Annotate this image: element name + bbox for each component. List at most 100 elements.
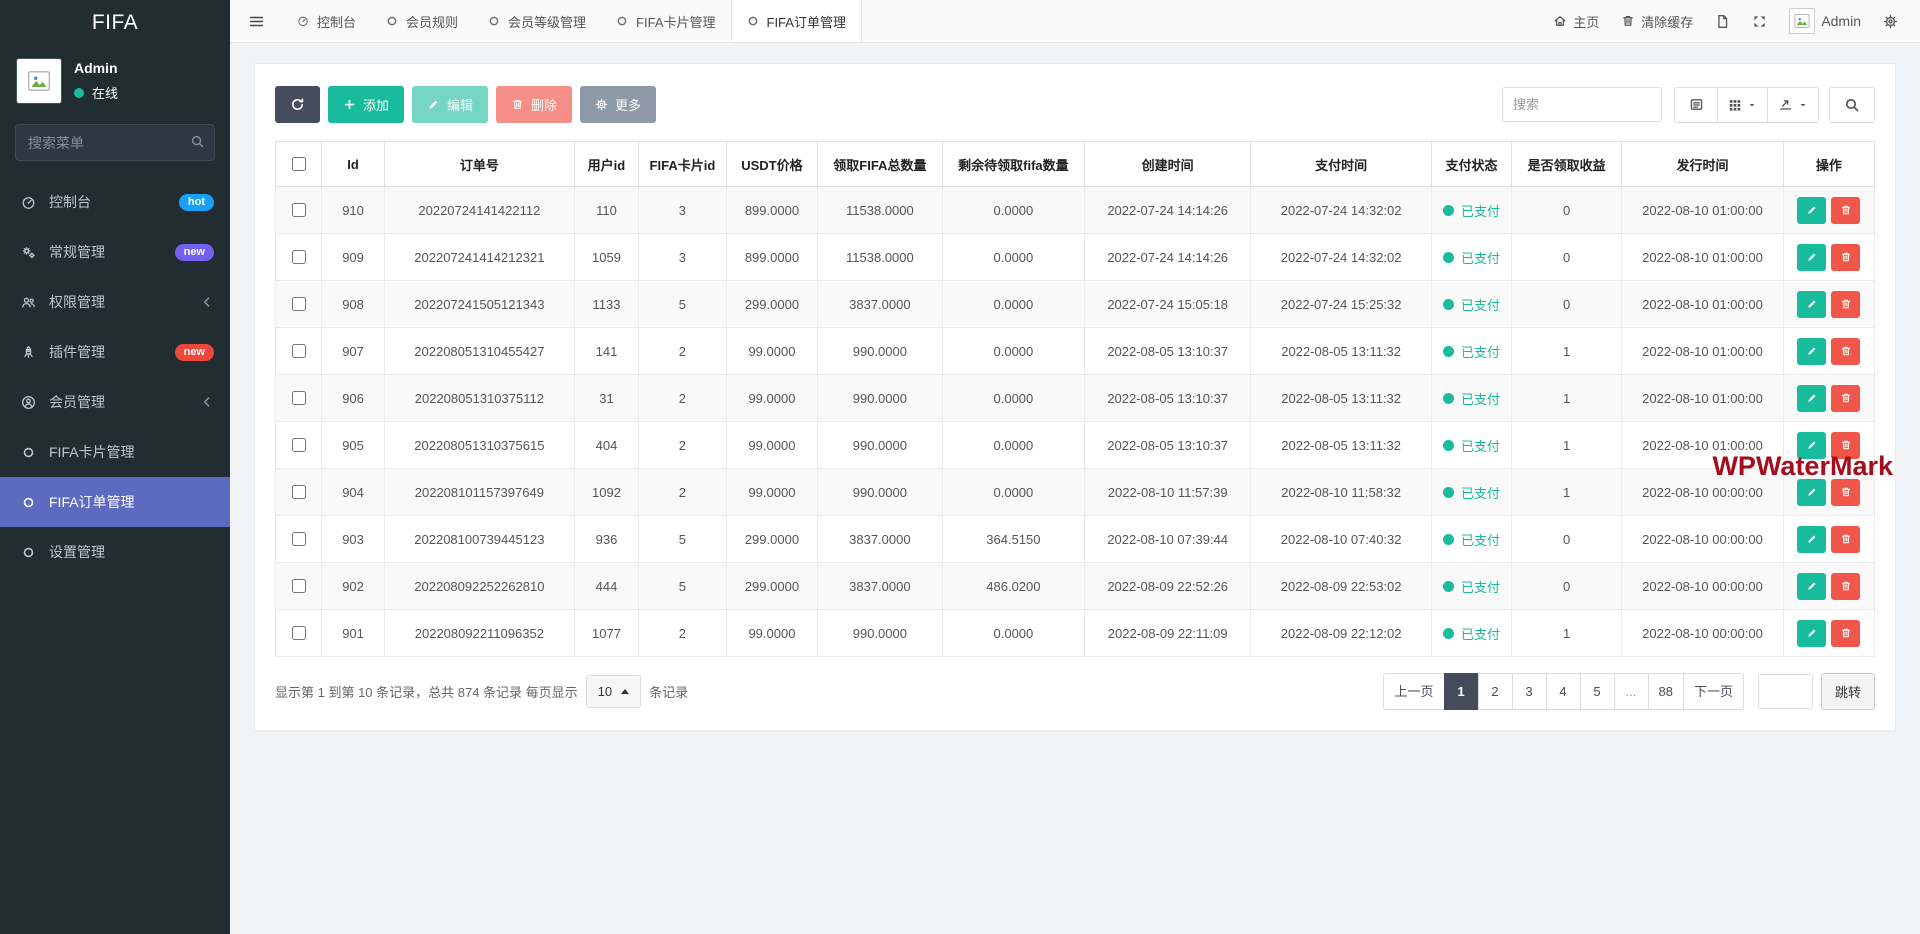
tab-member-level[interactable]: 会员等级管理: [473, 0, 601, 42]
home-icon: [1553, 14, 1567, 28]
column-header[interactable]: 领取FIFA总数量: [817, 141, 943, 187]
page-item[interactable]: 下一页: [1682, 673, 1744, 710]
row-delete-button[interactable]: [1831, 525, 1861, 553]
row-checkbox[interactable]: [292, 438, 307, 452]
tab-member-rule[interactable]: 会员规则: [371, 0, 473, 42]
row-checkbox[interactable]: [292, 344, 307, 358]
row-checkbox[interactable]: [292, 203, 307, 217]
column-header[interactable]: 发行时间: [1621, 141, 1784, 187]
cell-issued: 2022-08-10 01:00:00: [1621, 327, 1784, 375]
cell-paid: 2022-08-05 13:11:32: [1250, 327, 1432, 375]
column-header[interactable]: 剩余待领取fifa数量: [941, 141, 1086, 187]
page-item[interactable]: 2: [1477, 673, 1513, 710]
row-checkbox[interactable]: [292, 626, 307, 640]
pencil-icon: [1806, 486, 1818, 498]
user-menu[interactable]: Admin: [1789, 8, 1861, 34]
sidebar-search-input[interactable]: [15, 124, 215, 161]
sidebar-item-settings[interactable]: 设置管理: [0, 527, 230, 577]
row-checkbox[interactable]: [292, 579, 307, 593]
tab-dashboard[interactable]: 控制台: [282, 0, 371, 42]
row-edit-button[interactable]: [1797, 243, 1827, 271]
columns-button[interactable]: [1717, 86, 1768, 123]
select-all-checkbox[interactable]: [292, 157, 307, 171]
row-checkbox[interactable]: [292, 250, 307, 264]
search-submit-button[interactable]: [1829, 86, 1875, 123]
column-header[interactable]: 支付时间: [1250, 141, 1432, 187]
sidebar-item-fifa-order[interactable]: FIFA订单管理: [0, 477, 230, 527]
cell-id: 909: [321, 233, 385, 281]
hamburger-menu-button[interactable]: [230, 0, 282, 42]
page-jump-button[interactable]: 跳转: [1820, 673, 1875, 710]
page-item[interactable]: 4: [1545, 673, 1581, 710]
row-delete-button[interactable]: [1831, 572, 1861, 600]
cell-user_id: 1092: [573, 468, 639, 516]
column-header[interactable]: 创建时间: [1084, 141, 1252, 187]
row-edit-button[interactable]: [1797, 337, 1827, 365]
settings-menu-button[interactable]: [1883, 14, 1898, 29]
tab-fifa-order[interactable]: FIFA订单管理: [730, 0, 862, 42]
watermark: WPWaterMark: [1712, 451, 1893, 481]
chevron-left-icon: [200, 295, 214, 309]
sidebar-item-member[interactable]: 会员管理: [0, 377, 230, 427]
tab-fifa-card[interactable]: FIFA卡片管理: [601, 0, 730, 42]
row-delete-button[interactable]: [1831, 337, 1861, 365]
column-header[interactable]: 订单号: [383, 141, 575, 187]
topbar-username: Admin: [1821, 13, 1861, 29]
cell-remaining: 0.0000: [941, 327, 1086, 375]
column-header[interactable]: FIFA卡片id: [637, 141, 727, 187]
sidebar-item-general[interactable]: 常规管理 new: [0, 227, 230, 277]
tab-label: 会员规则: [406, 14, 459, 30]
cell-received: 1: [1510, 468, 1623, 516]
export-button[interactable]: [1767, 86, 1819, 123]
page-size-select[interactable]: 10: [585, 675, 642, 708]
row-edit-button[interactable]: [1797, 384, 1827, 412]
column-header[interactable]: 是否领取收益: [1510, 141, 1623, 187]
fullscreen-button[interactable]: [1752, 14, 1767, 29]
sidebar-item-dashboard[interactable]: 控制台 hot: [0, 177, 230, 227]
column-header[interactable]: 用户id: [573, 141, 639, 187]
row-checkbox[interactable]: [292, 391, 307, 405]
page-item[interactable]: 1: [1443, 673, 1479, 710]
column-header[interactable]: USDT价格: [725, 141, 819, 187]
row-edit-button[interactable]: [1797, 478, 1827, 506]
row-edit-button[interactable]: [1797, 619, 1827, 647]
sidebar-item-addon[interactable]: 插件管理 new: [0, 327, 230, 377]
row-delete-button[interactable]: [1831, 290, 1861, 318]
row-edit-button[interactable]: [1797, 525, 1827, 553]
column-header[interactable]: 支付状态: [1430, 141, 1512, 187]
row-edit-button[interactable]: [1797, 290, 1827, 318]
page-item[interactable]: 上一页: [1383, 673, 1445, 710]
add-button[interactable]: 添加: [328, 86, 405, 123]
row-delete-button[interactable]: [1831, 384, 1861, 412]
refresh-button[interactable]: [275, 86, 320, 123]
row-checkbox[interactable]: [292, 485, 307, 499]
row-checkbox[interactable]: [292, 532, 307, 546]
column-header[interactable]: 操作: [1782, 141, 1876, 187]
home-link[interactable]: 主页: [1553, 12, 1599, 31]
sidebar-item-auth[interactable]: 权限管理: [0, 277, 230, 327]
avatar: [1789, 8, 1816, 34]
row-delete-button[interactable]: [1831, 619, 1861, 647]
cell-created: 2022-08-09 22:52:26: [1084, 562, 1252, 610]
row-edit-button[interactable]: [1797, 572, 1827, 600]
delete-button[interactable]: 删除: [496, 86, 573, 123]
page-jump-input[interactable]: [1757, 674, 1813, 709]
column-header[interactable]: Id: [321, 141, 385, 187]
edit-button[interactable]: 编辑: [412, 86, 489, 123]
page-item[interactable]: 5: [1579, 673, 1615, 710]
avatar[interactable]: [16, 58, 62, 104]
row-delete-button[interactable]: [1831, 243, 1861, 271]
page-doc-button[interactable]: [1715, 14, 1730, 29]
table-search-input[interactable]: [1502, 87, 1662, 122]
detail-view-button[interactable]: [1674, 86, 1718, 123]
row-delete-button[interactable]: [1831, 478, 1861, 506]
row-delete-button[interactable]: [1831, 196, 1861, 224]
row-edit-button[interactable]: [1797, 196, 1827, 224]
clear-cache-button[interactable]: 清除缓存: [1621, 12, 1693, 31]
sidebar-item-fifa-card[interactable]: FIFA卡片管理: [0, 427, 230, 477]
page-item[interactable]: 88: [1647, 673, 1684, 710]
row-checkbox[interactable]: [292, 297, 307, 311]
cell-received: 0: [1510, 562, 1623, 610]
more-button[interactable]: 更多: [580, 86, 657, 123]
page-item[interactable]: 3: [1511, 673, 1547, 710]
